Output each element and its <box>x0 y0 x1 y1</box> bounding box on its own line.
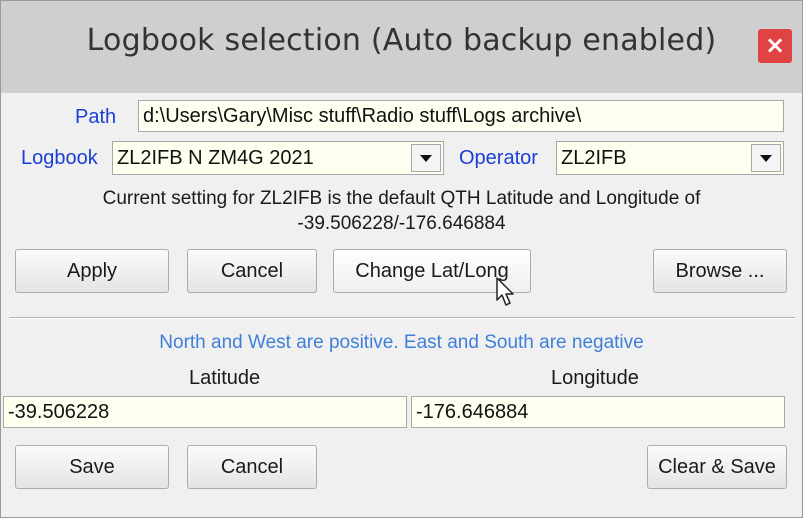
qth-info-line2: -39.506228/-176.646884 <box>297 213 506 234</box>
cancel-button-bottom[interactable]: Cancel <box>187 445 317 489</box>
logbook-selected-value: ZL2IFB N ZM4G 2021 <box>117 147 314 169</box>
window-title: Logbook selection (Auto backup enabled) <box>86 23 717 58</box>
operator-dropdown[interactable]: ZL2IFB <box>556 141 784 175</box>
sign-convention-note: North and West are positive. East and So… <box>159 332 644 353</box>
cancel-button-top[interactable]: Cancel <box>187 249 317 293</box>
browse-button[interactable]: Browse ... <box>653 249 787 293</box>
title-bar[interactable]: Logbook selection (Auto backup enabled) … <box>1 1 802 93</box>
logbook-selection-dialog: Logbook selection (Auto backup enabled) … <box>0 0 803 518</box>
latitude-label: Latitude <box>189 367 261 389</box>
mouse-pointer-icon <box>496 277 514 306</box>
logbook-dropdown-arrow[interactable] <box>411 144 441 172</box>
operator-dropdown-arrow[interactable] <box>751 144 781 172</box>
longitude-field[interactable]: -176.646884 <box>411 396 785 428</box>
chevron-down-icon <box>760 155 772 162</box>
path-field[interactable]: d:\Users\Gary\Misc stuff\Radio stuff\Log… <box>138 100 784 132</box>
qth-info-line1: Current setting for ZL2IFB is the defaul… <box>102 188 701 209</box>
logbook-dropdown[interactable]: ZL2IFB N ZM4G 2021 <box>112 141 444 175</box>
operator-label: Operator <box>459 147 538 169</box>
apply-button[interactable]: Apply <box>15 249 169 293</box>
save-button[interactable]: Save <box>15 445 169 489</box>
latitude-field[interactable]: -39.506228 <box>3 396 407 428</box>
longitude-label: Longitude <box>551 367 639 389</box>
operator-selected-value: ZL2IFB <box>561 147 627 169</box>
path-label: Path <box>75 106 117 128</box>
chevron-down-icon <box>420 155 432 162</box>
close-button[interactable]: × <box>758 29 792 63</box>
logbook-label: Logbook <box>21 147 98 169</box>
clear-and-save-button[interactable]: Clear & Save <box>647 445 787 489</box>
section-divider-highlight <box>9 318 795 319</box>
